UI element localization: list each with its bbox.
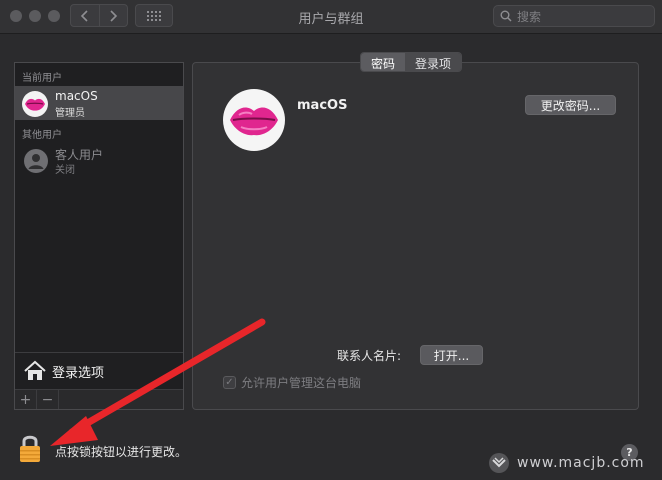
search-placeholder: 搜索 (517, 9, 542, 24)
user-picture[interactable] (223, 89, 285, 151)
users-sidebar: 当前用户 macOS 管理员 其他用户 客人用户 关闭 登录选项 + − (14, 62, 184, 410)
contact-card-label: 联系人名片: (337, 349, 402, 363)
guest-avatar (24, 149, 48, 173)
tab-login-items[interactable]: 登录项 (405, 53, 462, 71)
add-user-button[interactable]: + (15, 390, 37, 409)
house-icon (24, 360, 46, 380)
allow-admin-row: ✓ 允许用户管理这台电脑 (223, 374, 361, 391)
lips-icon (230, 107, 278, 136)
login-options-label: 登录选项 (52, 366, 105, 381)
user-full-name: macOS (297, 98, 348, 113)
other-users-header: 其他用户 (22, 130, 62, 141)
title-bar: 用户与群组 搜索 (0, 0, 662, 34)
allow-admin-label: 允许用户管理这台电脑 (241, 376, 362, 390)
tab-bar: 密码 登录项 (360, 52, 463, 72)
watermark-logo-icon (489, 453, 509, 473)
person-icon (28, 154, 44, 169)
lock-hint-text: 点按锁按钮以进行更改。 (55, 445, 188, 459)
guest-user-status: 关闭 (55, 165, 75, 176)
watermark-text: www.macjb.com (517, 455, 645, 471)
open-contact-button[interactable]: 打开... (420, 345, 483, 365)
search-field[interactable]: 搜索 (493, 5, 655, 27)
watermark: www.macjb.com (487, 452, 645, 474)
login-options-item[interactable]: 登录选项 (15, 352, 183, 388)
search-icon (500, 10, 512, 22)
lock-button[interactable] (16, 433, 44, 463)
user-row-guest[interactable]: 客人用户 关闭 (15, 143, 183, 177)
user-role: 管理员 (55, 108, 85, 119)
change-password-button[interactable]: 更改密码... (525, 95, 616, 115)
user-name: macOS (55, 89, 98, 103)
add-remove-bar: + − (15, 389, 183, 409)
allow-admin-checkbox[interactable]: ✓ (223, 376, 236, 389)
user-row-macos[interactable]: macOS 管理员 (15, 86, 183, 120)
remove-user-button[interactable]: − (37, 390, 59, 409)
lips-icon (25, 98, 45, 111)
current-users-header: 当前用户 (22, 73, 62, 84)
tab-password[interactable]: 密码 (361, 53, 406, 71)
lock-icon (20, 435, 40, 462)
user-avatar (22, 91, 48, 117)
